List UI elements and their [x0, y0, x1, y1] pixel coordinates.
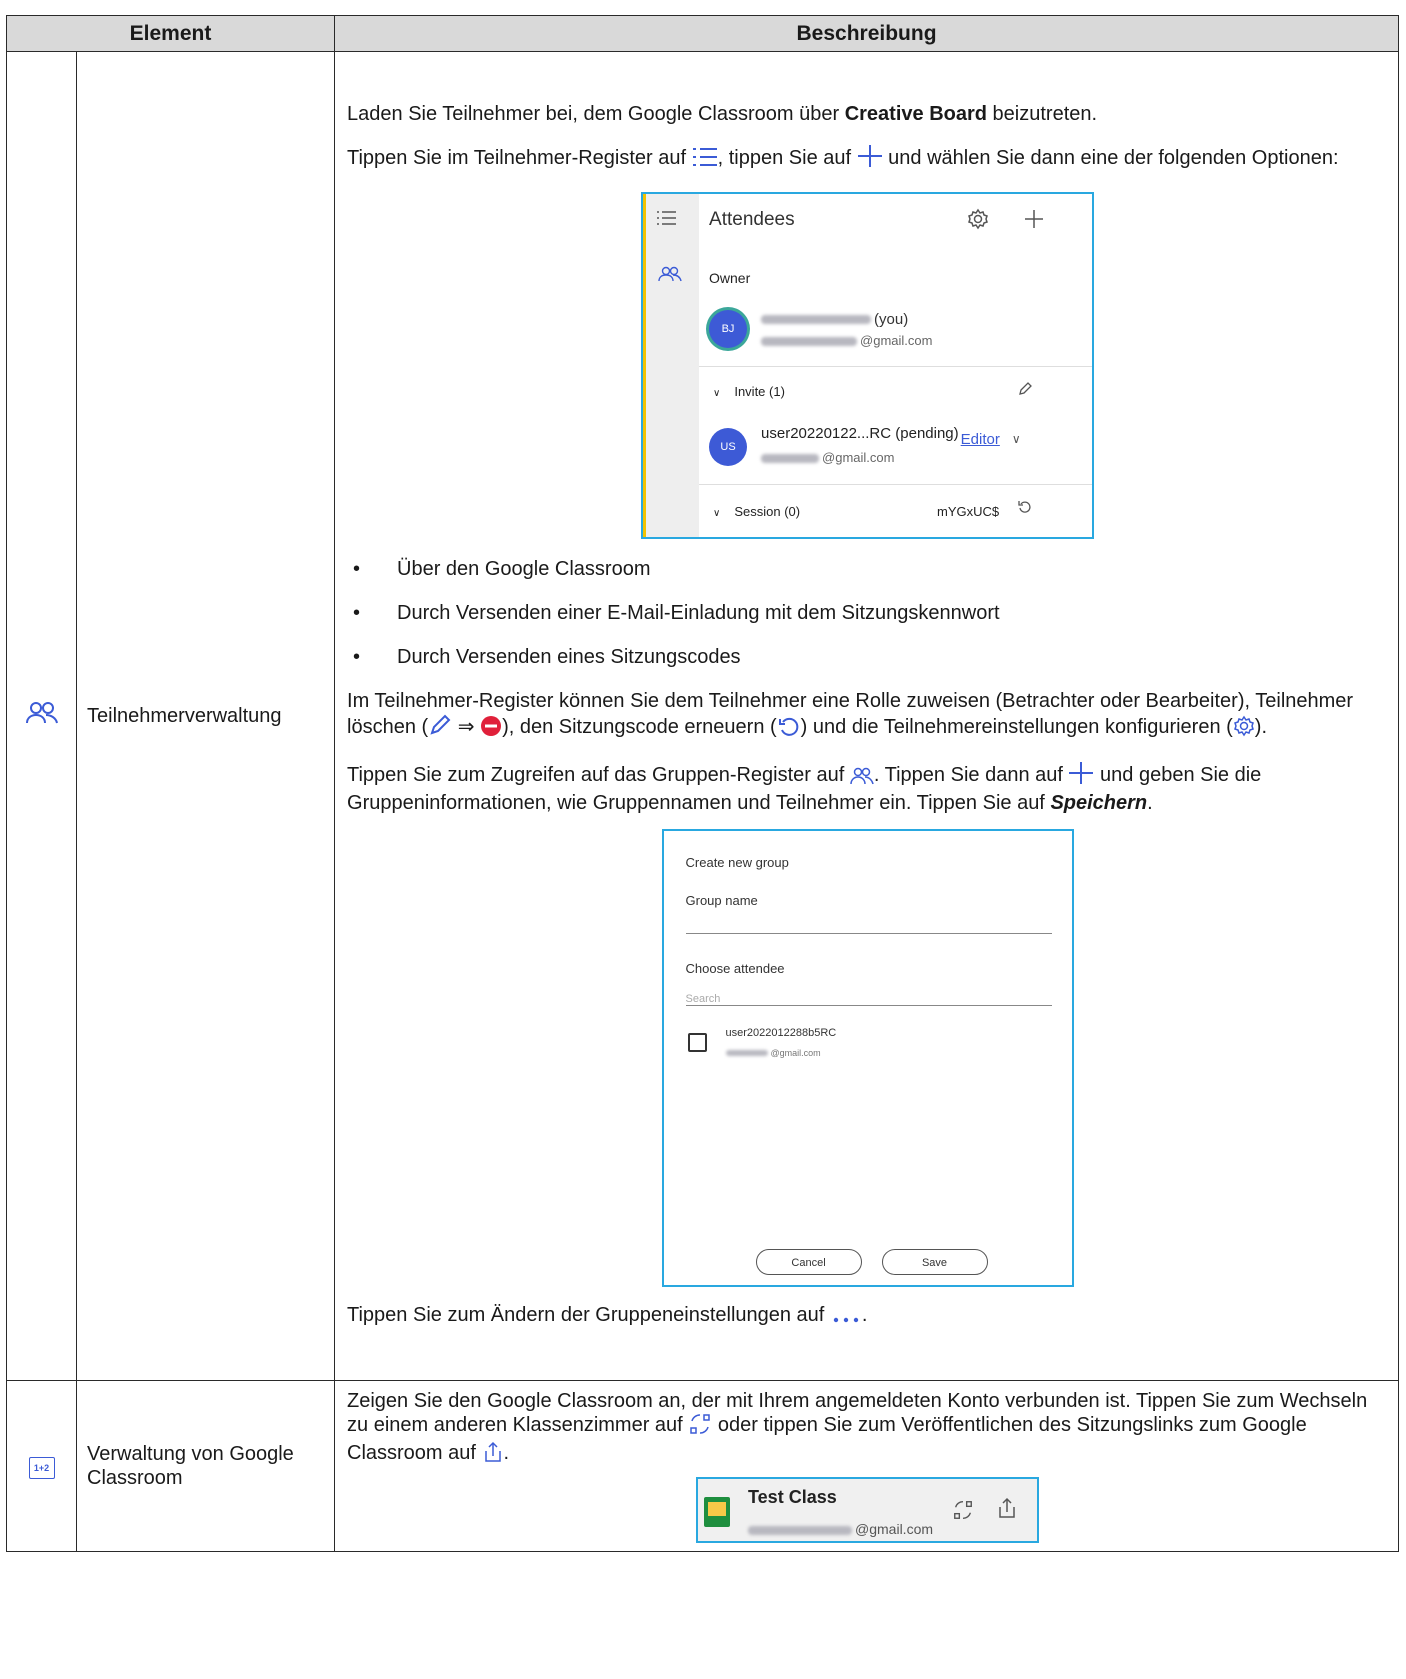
row-name: Teilnehmerverwaltung — [75, 51, 336, 1381]
attendees-icon — [25, 702, 59, 730]
avatar: BJ — [709, 309, 748, 348]
group-name-label: Group name — [685, 892, 758, 908]
gear-icon[interactable] — [967, 208, 989, 237]
plus-icon[interactable] — [1023, 208, 1045, 237]
options-list: Über den Google Classroom Durch Versende… — [347, 557, 1388, 669]
pencil-icon — [428, 713, 452, 743]
share-icon[interactable] — [996, 1497, 1018, 1525]
group-paragraph: Tippen Sie zum Zugreifen auf das Gruppen… — [347, 761, 1388, 815]
header-description: Beschreibung — [334, 15, 1400, 52]
refresh-icon — [777, 715, 801, 743]
row-name: Verwaltung von Google Classroom — [75, 1380, 336, 1552]
list-item: Über den Google Classroom — [347, 557, 1388, 581]
change-paragraph: Tippen Sie zum Ändern der Gruppeneinstel… — [347, 1303, 1388, 1331]
list-icon — [692, 146, 718, 174]
class-title: Test Class — [748, 1487, 837, 1507]
tap-paragraph: Tippen Sie im Teilnehmer-Register auf , … — [347, 144, 1388, 174]
groups-icon[interactable] — [658, 264, 682, 288]
classroom-logo-icon — [704, 1497, 731, 1527]
create-group-screenshot: Create new group Group name Choose atten… — [661, 828, 1074, 1287]
plus-icon — [857, 144, 883, 174]
session-row[interactable]: ∨ Session (0) — [713, 500, 800, 526]
role-paragraph: Im Teilnehmer-Register können Sie dem Te… — [347, 689, 1388, 743]
divider — [699, 483, 1093, 485]
divider — [699, 365, 1093, 367]
row-icon-cell — [6, 51, 77, 1381]
list-item: Durch Versenden einer E-Mail-Einladung m… — [347, 601, 1388, 625]
classroom-screenshot: Test Class @gmail.com — [696, 1477, 1040, 1543]
attendees-screenshot: Attendees Owner BJ (you) @gmail.com ∨ Inv… — [641, 191, 1095, 539]
attendee-checkbox[interactable] — [687, 1032, 707, 1052]
group-name-input[interactable] — [685, 932, 1052, 934]
table-row: 1+2 Verwaltung von Google Classroom Zeig… — [6, 1380, 1400, 1552]
header-element: Element — [5, 15, 336, 52]
chevron-down-icon: ∨ — [713, 387, 721, 399]
table-header-row: Element Beschreibung — [5, 15, 1400, 52]
attendee-email: @gmail.com — [725, 1041, 821, 1065]
table-row: Teilnehmerverwaltung Laden Sie Teilnehme… — [6, 51, 1400, 1381]
search-input[interactable]: Search — [686, 987, 721, 1011]
list-item: Durch Versenden eines Sitzungscodes — [347, 645, 1388, 669]
share-icon — [482, 1441, 504, 1469]
switch-icon[interactable] — [952, 1499, 974, 1527]
row-icon-cell: 1+2 — [6, 1380, 77, 1552]
calculator-board-icon: 1+2 — [28, 1457, 55, 1479]
invitee-email: @gmail.com — [761, 446, 894, 470]
choose-attendee-label: Choose attendee — [685, 960, 785, 976]
create-group-title: Create new group — [685, 854, 789, 870]
attendees-rail — [643, 193, 700, 537]
divider — [685, 1004, 1052, 1006]
gear-icon — [1233, 715, 1255, 743]
refresh-icon[interactable] — [1017, 498, 1033, 522]
row-description: Zeigen Sie den Google Classroom an, der … — [334, 1380, 1400, 1552]
attendees-title: Attendees — [709, 208, 795, 230]
cancel-button[interactable]: Cancel — [755, 1248, 862, 1275]
feature-table: Element Beschreibung Teilnehmerverwaltun… — [5, 15, 1400, 1552]
delete-icon — [480, 715, 502, 743]
avatar: US — [709, 427, 748, 466]
plus-icon — [1068, 761, 1094, 791]
chevron-down-icon: ∨ — [1011, 431, 1021, 446]
classroom-paragraph: Zeigen Sie den Google Classroom an, der … — [347, 1389, 1388, 1469]
groups-icon — [850, 767, 874, 791]
attendees-main: Attendees Owner BJ (you) @gmail.com ∨ Inv… — [699, 194, 1093, 537]
invite-row[interactable]: ∨ Invite (1) — [713, 380, 785, 406]
pencil-icon[interactable] — [1017, 380, 1033, 404]
row-description: Laden Sie Teilnehmer bei, dem Google Cla… — [334, 51, 1400, 1381]
class-email: @gmail.com — [748, 1517, 933, 1541]
chevron-down-icon: ∨ — [713, 507, 721, 519]
save-button[interactable]: Save — [881, 1248, 988, 1275]
intro-paragraph: Laden Sie Teilnehmer bei, dem Google Cla… — [347, 102, 1098, 125]
role-dropdown[interactable]: Editor — [961, 431, 1000, 448]
list-icon[interactable] — [656, 208, 678, 232]
more-icon — [830, 1307, 862, 1331]
owner-email: @gmail.com — [761, 329, 932, 353]
invitee-name: user20220122...RC (pending) Editor ∨ — [761, 424, 1021, 448]
switch-icon — [688, 1413, 712, 1441]
owner-label: Owner — [709, 269, 751, 286]
session-code: mYGxUC$ — [937, 503, 1000, 519]
